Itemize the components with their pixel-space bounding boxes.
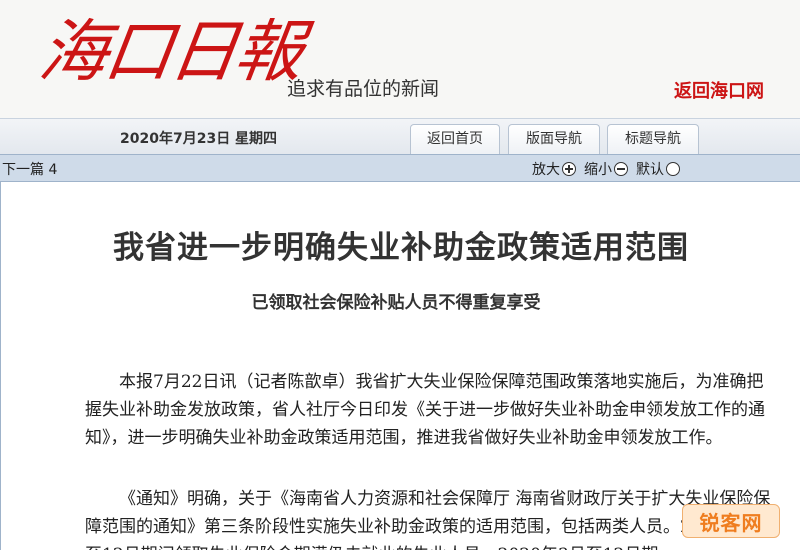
next-article-link[interactable]: 下一篇 4	[2, 159, 57, 179]
zoom-controls: 放大 缩小 默认	[532, 159, 680, 179]
zoom-default-label: 默认	[636, 162, 664, 178]
tab-title-navigation[interactable]: 标题导航	[607, 124, 699, 155]
masthead: 海口日報 追求有品位的新闻 返回海口网	[0, 0, 800, 118]
article-body: 我省进一步明确失业补助金政策适用范围 已领取社会保险补贴人员不得重复享受 本报7…	[0, 182, 800, 550]
article-subheadline: 已领取社会保险补贴人员不得重复享受	[251, 293, 541, 313]
zoom-out-button[interactable]: 缩小	[584, 159, 628, 179]
plus-circle-icon	[562, 162, 576, 176]
zoom-default-button[interactable]: 默认	[636, 159, 680, 179]
article-headline: 我省进一步明确失业补助金政策适用范围	[113, 230, 689, 266]
article-paragraph: 《通知》明确，关于《海南省人力资源和社会保障厅 海南省财政厅关于扩大失业保险保障…	[85, 489, 771, 550]
nav-bar: 2020年7月23日 星期四 返回首页 版面导航 标题导航	[0, 118, 800, 155]
minus-circle-icon	[614, 162, 628, 176]
newspaper-logo[interactable]: 海口日報	[34, 8, 307, 98]
article-paragraph: 本报7月22日讯（记者陈歆卓）我省扩大失业保险保障范围政策落地实施后，为准确把握…	[85, 372, 765, 448]
issue-date: 2020年7月23日 星期四	[120, 131, 278, 147]
tab-home[interactable]: 返回首页	[410, 124, 500, 155]
circle-icon	[666, 162, 680, 176]
tab-page-navigation[interactable]: 版面导航	[508, 124, 600, 155]
zoom-in-button[interactable]: 放大	[532, 159, 576, 179]
zoom-out-label: 缩小	[584, 162, 612, 178]
watermark-text: 锐客网	[699, 510, 763, 535]
site-watermark: 锐客网	[682, 504, 780, 538]
article-toolbar: 下一篇 4 放大 缩小 默认	[0, 154, 800, 182]
back-to-haikou-link[interactable]: 返回海口网	[674, 77, 764, 103]
slogan: 追求有品位的新闻	[287, 78, 440, 100]
zoom-in-label: 放大	[532, 162, 560, 178]
